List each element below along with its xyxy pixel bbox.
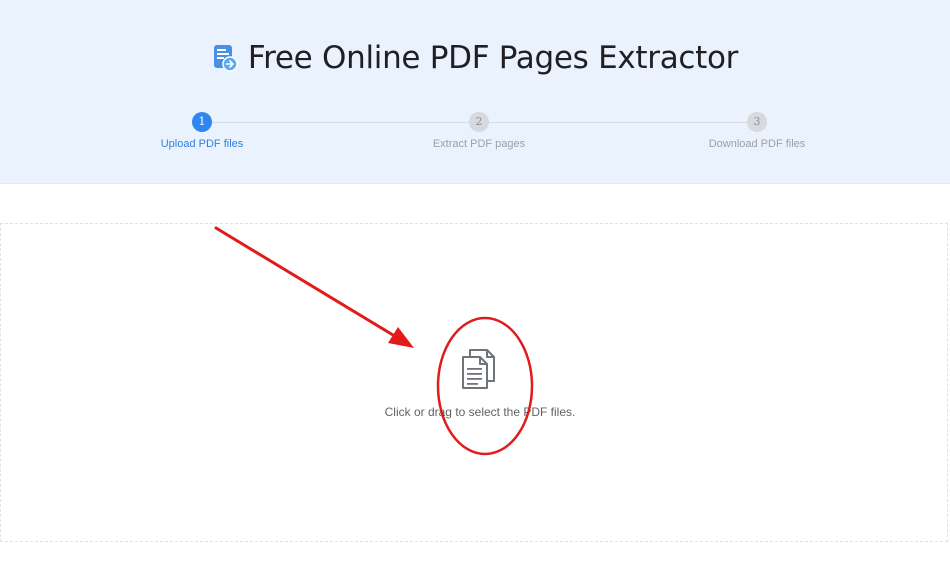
step-number-badge: 2 [469,112,489,132]
pdf-extract-icon [212,44,238,72]
step-label: Download PDF files [708,138,806,150]
step-extract: 2 Extract PDF pages [399,110,559,150]
page-title: Free Online PDF Pages Extractor [247,40,739,76]
step-number-badge: 1 [192,112,212,132]
dropzone-hint-text[interactable]: Click or drag to select the PDF files. [0,405,950,419]
step-download: 3 Download PDF files [677,110,837,150]
title-row: Free Online PDF Pages Extractor [0,36,950,80]
page: Free Online PDF Pages Extractor 1 Upload… [0,0,950,580]
document-stack-icon[interactable] [460,348,498,390]
step-label: Upload PDF files [160,138,244,150]
page-header: Free Online PDF Pages Extractor 1 Upload… [0,0,950,184]
progress-stepper: 1 Upload PDF files 2 Extract PDF pages 3… [0,110,950,160]
step-upload: 1 Upload PDF files [122,110,282,150]
step-label: Extract PDF pages [432,138,526,150]
step-number-badge: 3 [747,112,767,132]
